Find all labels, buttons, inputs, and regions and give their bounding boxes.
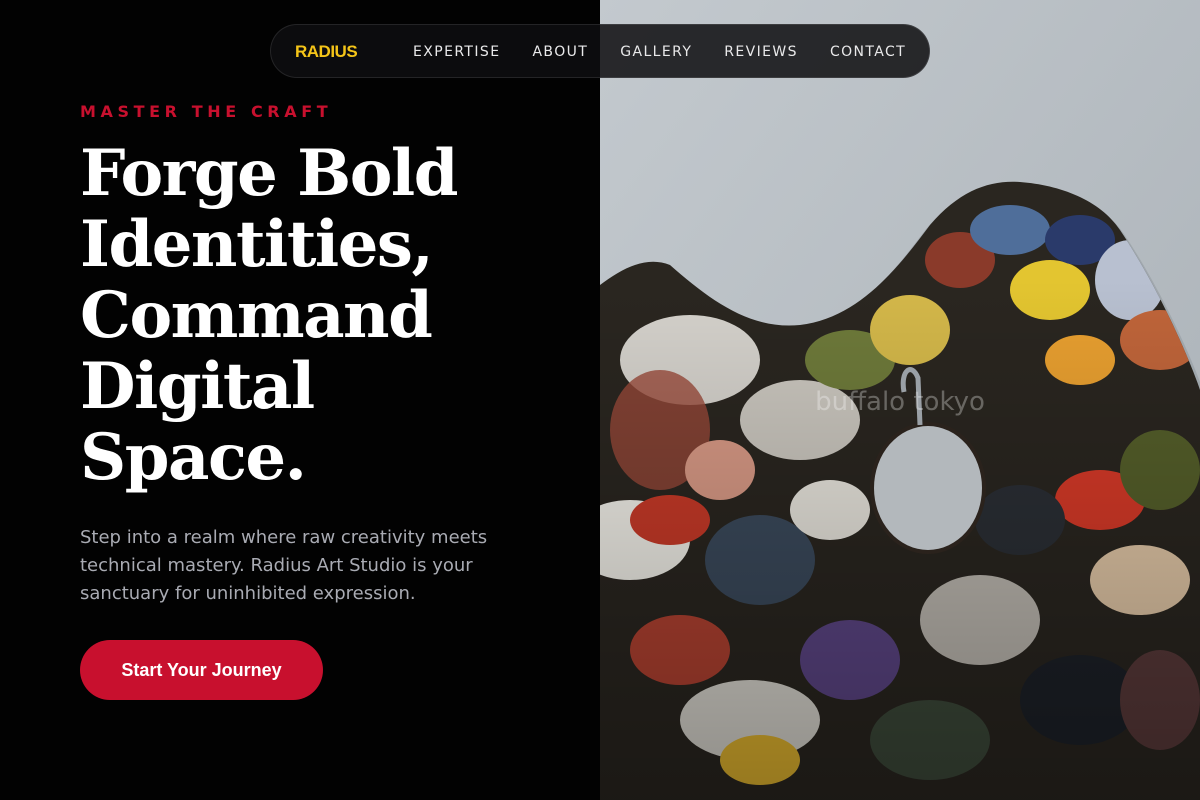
- hero-headline: Forge Bold Identities, Command Digital S…: [80, 138, 580, 493]
- headline-line: Space.: [80, 420, 307, 495]
- headline-line: Digital: [80, 349, 315, 424]
- hero-left-panel: MASTER THE CRAFT Forge Bold Identities, …: [0, 0, 600, 800]
- top-navbar: RADIUS EXPERTISE ABOUT GALLERY REVIEWS C…: [270, 24, 930, 78]
- nav-links: EXPERTISE ABOUT GALLERY REVIEWS CONTACT: [413, 25, 906, 79]
- hero-image: buffalo tokyo: [600, 0, 1200, 800]
- start-journey-button[interactable]: Start Your Journey: [80, 640, 323, 700]
- image-watermark: buffalo tokyo: [815, 387, 985, 417]
- nav-link-about[interactable]: ABOUT: [532, 44, 588, 60]
- hero-subtext: Step into a realm where raw creativity m…: [80, 527, 488, 604]
- brand-logo[interactable]: RADIUS: [295, 25, 358, 79]
- paint-palette-image: buffalo tokyo: [600, 0, 1200, 800]
- nav-link-contact[interactable]: CONTACT: [830, 44, 906, 60]
- nav-link-gallery[interactable]: GALLERY: [620, 44, 692, 60]
- headline-line: Command: [80, 278, 433, 353]
- headline-line: Identities,: [80, 207, 434, 282]
- nav-link-expertise[interactable]: EXPERTISE: [413, 44, 500, 60]
- nav-link-reviews[interactable]: REVIEWS: [724, 44, 798, 60]
- hero-eyebrow: MASTER THE CRAFT: [80, 102, 333, 121]
- headline-line: Forge Bold: [80, 136, 458, 211]
